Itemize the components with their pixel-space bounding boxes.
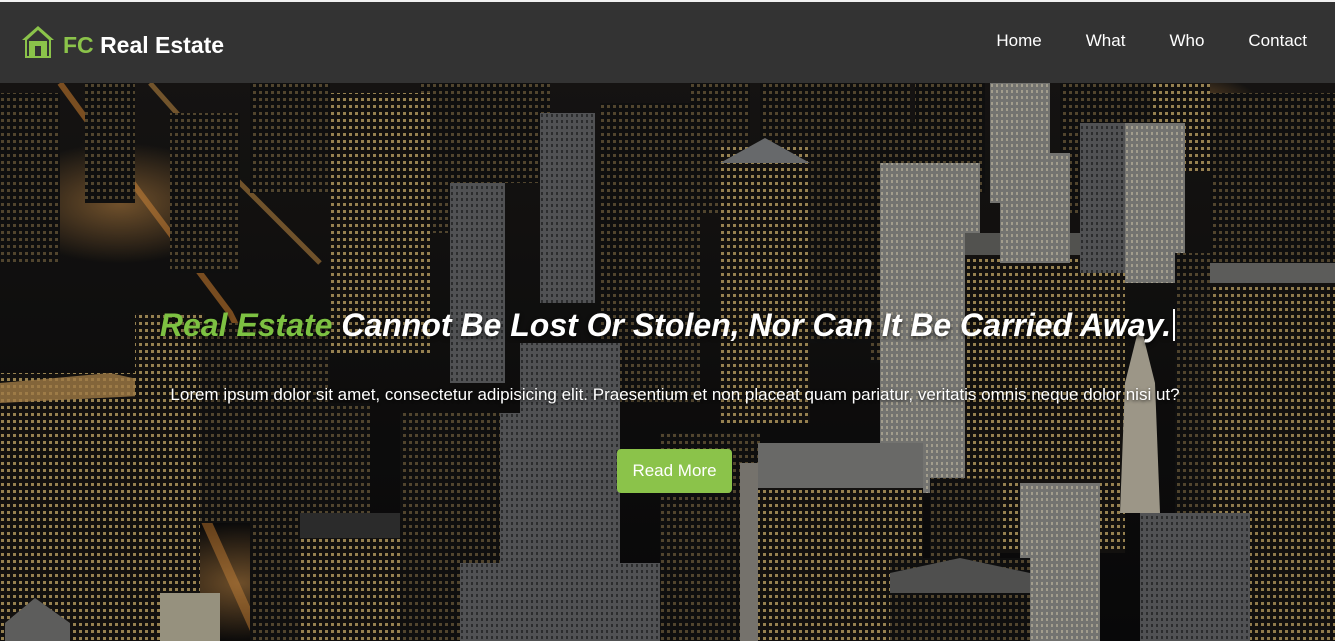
brand-logo[interactable]: FC Real Estate bbox=[20, 23, 224, 61]
headline-accent: Real Estate bbox=[159, 307, 333, 343]
read-more-button[interactable]: Read More bbox=[617, 449, 732, 493]
house-icon bbox=[20, 24, 56, 60]
page: FC Real Estate Home What Who Contact Rea… bbox=[0, 0, 1335, 641]
text-caret bbox=[1173, 309, 1176, 341]
nav-link-contact[interactable]: Contact bbox=[1248, 31, 1307, 51]
headline-rest: Cannot Be Lost Or Stolen, Nor Can It Be … bbox=[332, 307, 1172, 343]
brand-title: Real Estate bbox=[100, 31, 225, 58]
nav-link-what[interactable]: What bbox=[1086, 31, 1126, 51]
brand-accent: FC bbox=[63, 31, 94, 58]
main-nav: Home What Who Contact bbox=[952, 2, 1307, 80]
nav-link-home[interactable]: Home bbox=[996, 31, 1041, 51]
hero-section: Real Estate Cannot Be Lost Or Stolen, No… bbox=[0, 83, 1335, 641]
hero-headline: Real Estate Cannot Be Lost Or Stolen, No… bbox=[150, 307, 1185, 343]
nav-link-who[interactable]: Who bbox=[1169, 31, 1204, 51]
navbar: FC Real Estate Home What Who Contact bbox=[0, 2, 1335, 83]
brand-name: FC Real Estate bbox=[63, 32, 224, 59]
hero-content: Real Estate Cannot Be Lost Or Stolen, No… bbox=[0, 83, 1335, 641]
hero-subtext: Lorem ipsum dolor sit amet, consectetur … bbox=[170, 385, 1180, 404]
